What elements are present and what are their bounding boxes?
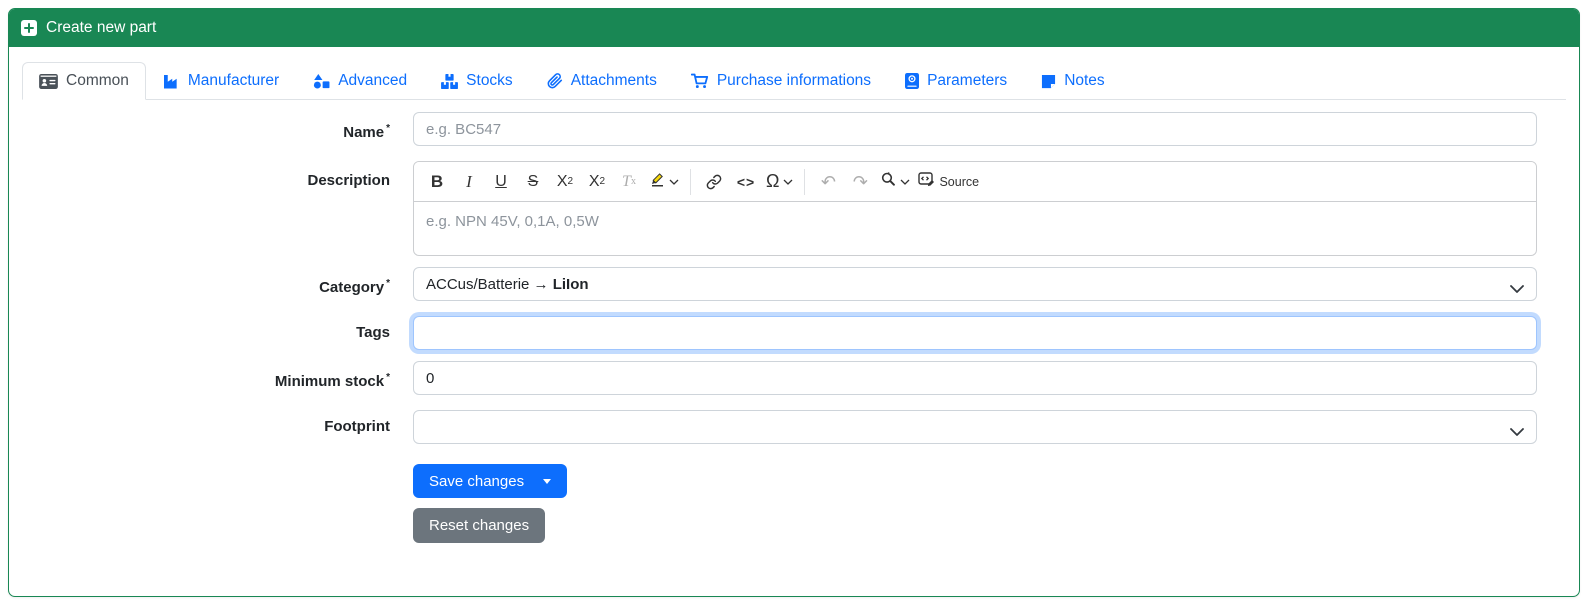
footprint-label: Footprint	[324, 418, 390, 435]
description-textarea[interactable]: e.g. NPN 45V, 0,1A, 0,5W	[414, 202, 1536, 255]
category-select[interactable]: ACCus/Batterie → LiIon	[413, 267, 1537, 301]
description-row: Description B I U S X2 X2 Tx <> Ω ↶ ↷ So…	[22, 161, 1566, 256]
minimum-stock-input[interactable]	[413, 361, 1537, 395]
description-editor: B I U S X2 X2 Tx <> Ω ↶ ↷ Source e.g. NP…	[413, 161, 1537, 256]
description-label: Description	[307, 172, 390, 189]
source-code-icon	[918, 171, 935, 192]
tab-parameters[interactable]: Parameters	[888, 62, 1024, 100]
tab-label: Purchase informations	[716, 72, 872, 89]
minimum-stock-row: Minimum stock *	[22, 361, 1566, 399]
category-label: Category *	[319, 278, 390, 296]
source-label: Source	[939, 174, 980, 189]
underline-button[interactable]: U	[486, 167, 516, 197]
chevron-down-icon	[900, 179, 910, 185]
tab-notes[interactable]: Notes	[1024, 62, 1122, 100]
reset-changes-button[interactable]: Reset changes	[413, 508, 546, 543]
category-selected-value: LiIon	[552, 275, 589, 293]
category-row: Category * ACCus/Batterie → LiIon	[22, 267, 1566, 305]
strikethrough-button[interactable]: S	[518, 167, 548, 197]
id-card-icon	[39, 73, 58, 89]
tags-input[interactable]	[413, 316, 1537, 350]
tab-label: Manufacturer	[187, 72, 280, 89]
tab-label: Attachments	[570, 72, 657, 89]
paperclip-icon	[547, 73, 563, 89]
editor-toolbar: B I U S X2 X2 Tx <> Ω ↶ ↷ Source	[414, 162, 1536, 202]
tab-label: Stocks	[466, 72, 513, 89]
highlight-marker-icon	[649, 171, 665, 192]
reset-row: Reset changes	[22, 508, 1566, 543]
find-replace-icon	[880, 171, 896, 192]
chevron-down-icon	[783, 179, 793, 185]
tab-label: Common	[66, 72, 129, 89]
required-marker: *	[386, 372, 390, 383]
tab-label: Parameters	[927, 72, 1008, 89]
tab-common[interactable]: Common	[22, 62, 146, 100]
tags-row: Tags	[22, 316, 1566, 350]
category-path: ACCus/Batterie →	[426, 275, 553, 293]
undo-button[interactable]: ↶	[813, 167, 843, 197]
tab-advanced[interactable]: Advanced	[296, 62, 424, 100]
card-title: Create new part	[46, 19, 157, 36]
save-changes-button[interactable]: Save changes	[413, 464, 568, 498]
tab-stocks[interactable]: Stocks	[424, 62, 530, 100]
part-form: Name* Description B I U S X2	[22, 112, 1566, 543]
toolbar-separator	[690, 168, 691, 195]
tags-label: Tags	[356, 324, 390, 341]
tab-attachments[interactable]: Attachments	[530, 62, 674, 100]
remove-format-button[interactable]: Tx	[614, 167, 644, 197]
tab-label: Advanced	[338, 72, 408, 89]
tab-bar: Common Manufacturer Advanced Stocks Atta…	[22, 62, 1566, 100]
tab-label: Notes	[1064, 72, 1105, 89]
link-button[interactable]	[699, 167, 729, 197]
card-header: Create new part	[9, 9, 1579, 47]
tab-manufacturer[interactable]: Manufacturer	[146, 62, 296, 100]
chevron-down-icon	[669, 179, 679, 185]
boxes-stacked-icon	[441, 73, 459, 89]
toolbar-separator	[804, 168, 806, 195]
bold-button[interactable]: B	[422, 167, 452, 197]
special-characters-button[interactable]: Ω	[763, 167, 796, 197]
shopping-cart-icon	[690, 73, 709, 89]
subscript-button[interactable]: X2	[550, 167, 580, 197]
name-row: Name *	[22, 112, 1566, 150]
superscript-button[interactable]: X2	[582, 167, 612, 197]
name-input[interactable]	[413, 112, 1537, 146]
footprint-select[interactable]	[413, 410, 1537, 444]
minimum-stock-label: Minimum stock *	[274, 372, 390, 390]
required-marker: *	[386, 278, 390, 289]
code-button[interactable]: <>	[731, 167, 761, 197]
shapes-icon	[313, 73, 330, 89]
find-replace-button[interactable]	[877, 167, 913, 197]
factory-icon	[163, 74, 180, 89]
name-label: Name *	[343, 123, 390, 141]
caret-down-icon	[543, 478, 552, 484]
plus-square-icon	[21, 20, 37, 36]
create-part-card: Create new part Common Manufacturer Adva…	[8, 8, 1580, 597]
footprint-row: Footprint	[22, 410, 1566, 444]
required-marker: *	[386, 123, 390, 134]
tab-purchase-informations[interactable]: Purchase informations	[674, 62, 888, 100]
redo-button[interactable]: ↷	[845, 167, 875, 197]
sticky-note-icon	[1041, 74, 1056, 89]
source-button[interactable]: Source	[915, 167, 982, 197]
book-icon	[905, 73, 920, 89]
description-placeholder: e.g. NPN 45V, 0,1A, 0,5W	[426, 213, 599, 230]
highlight-button[interactable]	[646, 167, 682, 197]
save-row: Save changes	[22, 455, 1566, 498]
italic-button[interactable]: I	[454, 167, 484, 197]
